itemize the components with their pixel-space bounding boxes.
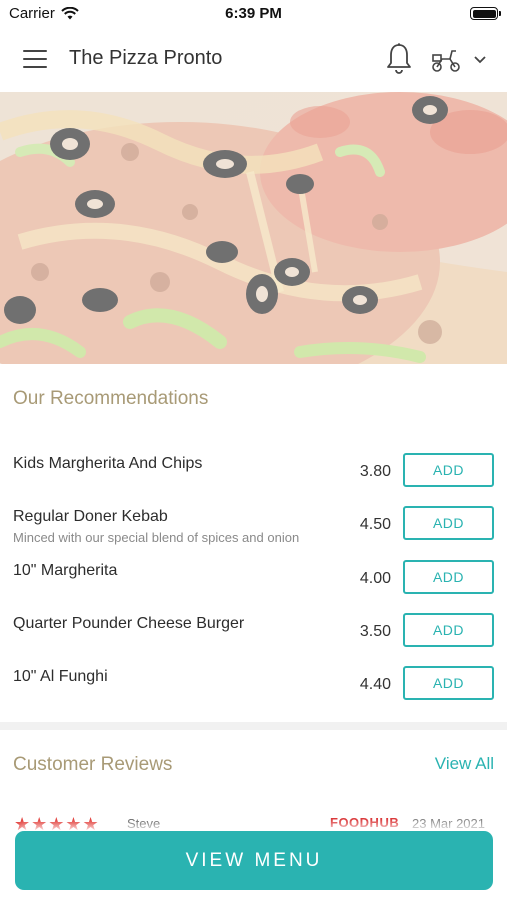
view-menu-button[interactable]: VIEW MENU — [15, 831, 493, 890]
item-name: 10" Al Funghi — [13, 668, 108, 685]
status-bar: Carrier 6:39 PM — [0, 0, 507, 28]
item-name: Kids Margherita And Chips — [13, 455, 203, 472]
section-divider — [0, 722, 507, 730]
add-button[interactable]: ADD — [403, 613, 494, 647]
menu-icon[interactable] — [23, 50, 47, 70]
item-name: 10" Margherita — [13, 562, 118, 579]
item-description: Minced with our special blend of spices … — [13, 530, 300, 545]
item-price: 3.50 — [359, 623, 391, 640]
item-name: Regular Doner Kebab — [13, 508, 168, 525]
item-price: 4.50 — [359, 516, 391, 533]
status-time: 6:39 PM — [225, 5, 282, 22]
view-all-link[interactable]: View All — [435, 754, 494, 774]
menu-item: 10" Al Funghi 4.40 ADD — [0, 666, 507, 721]
item-price: 3.80 — [359, 463, 391, 480]
menu-item: 10" Margherita 4.00 ADD — [0, 560, 507, 615]
item-price: 4.00 — [359, 570, 391, 587]
menu-item: Quarter Pounder Cheese Burger 3.50 ADD — [0, 613, 507, 668]
delivery-scooter-icon[interactable] — [430, 46, 462, 74]
recommendations-title: Our Recommendations — [13, 388, 209, 409]
review-date: 23 Mar 2021 — [412, 816, 485, 830]
battery-icon — [470, 7, 501, 20]
menu-item: Kids Margherita And Chips 3.80 ADD — [0, 453, 507, 508]
review-item: ★★★★★ Steve FOODHUB 23 Mar 2021 — [0, 812, 507, 830]
menu-item: Regular Doner Kebab Minced with our spec… — [0, 506, 507, 561]
hero-pizza-image — [0, 92, 507, 364]
restaurant-title: The Pizza Pronto — [69, 47, 223, 69]
add-button[interactable]: ADD — [403, 453, 494, 487]
star-rating: ★★★★★ — [14, 814, 100, 830]
bell-icon[interactable] — [384, 42, 414, 76]
add-button[interactable]: ADD — [403, 506, 494, 540]
app-header: The Pizza Pronto — [0, 28, 507, 92]
reviews-title: Customer Reviews — [13, 754, 173, 775]
item-name: Quarter Pounder Cheese Burger — [13, 615, 245, 632]
add-button[interactable]: ADD — [403, 560, 494, 594]
item-price: 4.40 — [359, 676, 391, 693]
chevron-down-icon[interactable] — [472, 52, 488, 68]
add-button[interactable]: ADD — [403, 666, 494, 700]
reviewer-name: Steve — [127, 816, 161, 830]
foodhub-logo: FOODHUB — [330, 815, 400, 830]
